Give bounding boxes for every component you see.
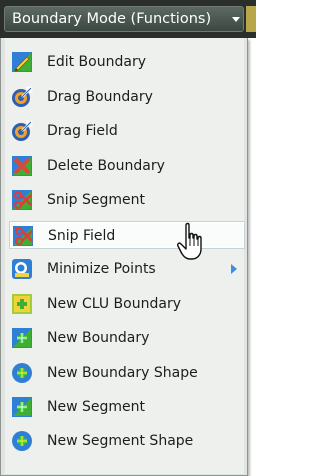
menu-item-label: Drag Field — [47, 123, 118, 139]
menu-item-minimize-points[interactable]: Minimize Points — [9, 255, 245, 283]
chevron-down-icon — [232, 17, 240, 22]
map-background — [248, 38, 256, 476]
drag-target-icon — [12, 86, 33, 107]
menu-item-label: Edit Boundary — [47, 54, 146, 70]
menu-item-edit-boundary[interactable]: Edit Boundary — [9, 48, 245, 76]
minimize-points-icon — [12, 259, 32, 279]
boundary-mode-dropdown[interactable]: Boundary Mode (Functions) — [4, 6, 244, 32]
menu-item-label: New Segment — [47, 399, 145, 415]
menu-item-label: New Boundary — [47, 330, 150, 346]
menu-item-label: New Segment Shape — [47, 433, 194, 449]
menu-item-snip-field[interactable]: Snip Field — [9, 221, 245, 249]
edit-boundary-icon — [12, 52, 32, 72]
menu-item-new-segment-shape[interactable]: New Segment Shape — [9, 427, 245, 455]
new-clu-icon — [12, 294, 32, 314]
menu-item-label: Delete Boundary — [47, 158, 165, 174]
submenu-arrow-icon — [231, 264, 237, 274]
menu-item-new-segment[interactable]: New Segment — [9, 393, 245, 421]
menu-item-label: New Boundary Shape — [47, 365, 198, 381]
hand-pointer-icon — [177, 222, 202, 260]
dropdown-label: Boundary Mode (Functions) — [12, 11, 212, 27]
scissors-icon — [12, 190, 32, 210]
menu-item-new-boundary-shape[interactable]: New Boundary Shape — [9, 359, 245, 387]
new-shape-icon — [12, 431, 32, 451]
boundary-mode-menu: Edit Boundary Drag Boundary Drag Field D… — [0, 38, 248, 476]
menu-item-snip-segment[interactable]: Snip Segment — [9, 186, 245, 214]
menu-item-label: Snip Segment — [47, 192, 145, 208]
menu-item-delete-boundary[interactable]: Delete Boundary — [9, 152, 245, 180]
menu-item-label: Drag Boundary — [47, 89, 153, 105]
menu-item-label: Minimize Points — [47, 261, 156, 277]
new-boundary-icon — [12, 328, 32, 348]
menu-item-drag-field[interactable]: Drag Field — [9, 117, 245, 145]
new-boundary-icon — [12, 397, 32, 417]
menu-item-new-clu-boundary[interactable]: New CLU Boundary — [9, 290, 245, 318]
delete-boundary-icon — [12, 156, 32, 176]
menu-item-new-boundary[interactable]: New Boundary — [9, 324, 245, 352]
toolbar: Boundary Mode (Functions) — [0, 0, 256, 38]
menu-item-label: Snip Field — [48, 228, 116, 244]
new-shape-icon — [12, 363, 32, 383]
drag-target-icon — [12, 120, 33, 141]
scissors-icon — [13, 226, 33, 246]
menu-item-label: New CLU Boundary — [47, 296, 181, 312]
map-edge — [246, 6, 256, 32]
menu-item-drag-boundary[interactable]: Drag Boundary — [9, 83, 245, 111]
